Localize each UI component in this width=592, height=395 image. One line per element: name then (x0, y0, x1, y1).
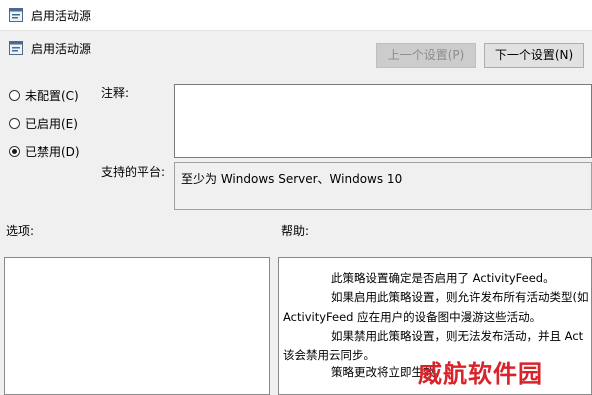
policy-settings-icon (9, 41, 23, 55)
radio-not-configured-label: 未配置(C) (25, 88, 79, 103)
platform-box: 至少为 Windows Server、Windows 10 (174, 162, 592, 210)
platform-value: 至少为 Windows Server、Windows 10 (181, 172, 403, 186)
radio-enabled[interactable]: 已启用(E) (9, 114, 78, 132)
help-line-3: ActivityFeed 应在用户的设备图中漫游这些活动。 (283, 310, 542, 324)
help-line-2: 如果启用此策略设置，则允许发布所有活动类型(如 (331, 290, 589, 304)
help-label: 帮助: (281, 224, 310, 238)
help-line-1: 此策略设置确定是否启用了 ActivityFeed。 (331, 271, 555, 285)
radio-disabled-circle[interactable] (9, 145, 20, 157)
radio-enabled-label: 已启用(E) (25, 116, 78, 131)
watermark-logo: 威航软件园 (418, 359, 543, 388)
comment-textarea[interactable] (174, 84, 592, 158)
window-title: 启用活动源 (31, 9, 92, 23)
title-bar: 启用活动源 (0, 0, 592, 31)
options-label: 选项: (6, 224, 35, 238)
options-pane (4, 257, 270, 395)
radio-disabled-label: 已禁用(D) (25, 144, 80, 159)
help-line-5: 该会禁用云同步。 (283, 348, 375, 362)
radio-not-configured[interactable]: 未配置(C) (9, 86, 79, 104)
help-line-4: 如果禁用此策略设置，则无法发布活动，并且 Act (331, 329, 584, 343)
policy-icon (9, 8, 23, 22)
radio-not-configured-circle[interactable] (9, 89, 20, 101)
next-setting-button[interactable]: 下一个设置(N) (484, 43, 584, 68)
radio-disabled[interactable]: 已禁用(D) (9, 142, 80, 160)
platform-label: 支持的平台: (101, 165, 166, 179)
radio-enabled-circle[interactable] (9, 117, 20, 129)
comment-label: 注释: (101, 86, 130, 100)
previous-setting-button[interactable]: 上一个设置(P) (376, 43, 476, 68)
page-title: 启用活动源 (31, 42, 92, 56)
